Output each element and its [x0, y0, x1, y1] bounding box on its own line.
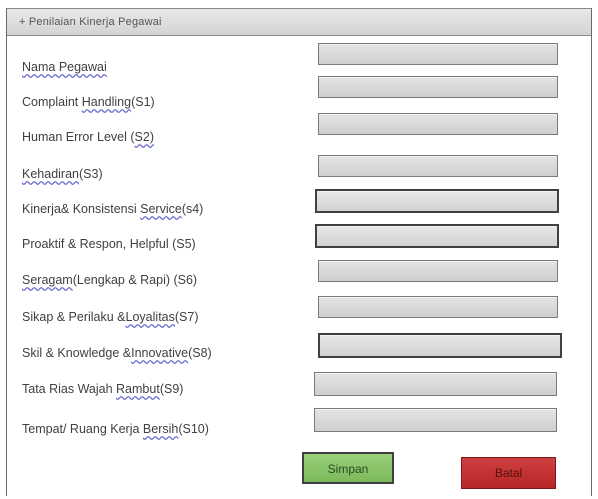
seragam-field[interactable] — [318, 260, 558, 282]
cancel-button[interactable]: Batal — [461, 457, 556, 489]
panel-title: + Penilaian Kinerja Pegawai — [7, 8, 591, 36]
tata-rias-field[interactable] — [314, 372, 557, 396]
label-proaktif-respon: Proaktif & Respon, Helpful (S5) — [22, 237, 196, 251]
label-skil-knowledge: Skil & Knowledge &Innovative(S8) — [22, 346, 212, 360]
kinerja-konsistensi-field[interactable] — [315, 189, 559, 213]
label-tata-rias: Tata Rias Wajah Rambut(S9) — [22, 382, 184, 396]
label-kinerja-konsistensi: Kinerja& Konsistensi Service(s4) — [22, 202, 204, 216]
skil-knowledge-input[interactable] — [320, 335, 560, 356]
nama-pegawai-input[interactable] — [319, 44, 557, 64]
nama-pegawai-field[interactable] — [318, 43, 558, 65]
kehadiran-input[interactable] — [319, 156, 557, 176]
kehadiran-field[interactable] — [318, 155, 558, 177]
label-tempat-ruang-kerja: Tempat/ Ruang Kerja Bersih(S10) — [22, 422, 209, 436]
skil-knowledge-field[interactable] — [318, 333, 562, 358]
label-seragam: Seragam(Lengkap & Rapi) (S6) — [22, 273, 198, 287]
label-human-error-level: Human Error Level (S2) — [22, 130, 154, 144]
sikap-perilaku-field[interactable] — [318, 296, 558, 318]
complaint-handling-input[interactable] — [319, 77, 557, 97]
proaktif-respon-input[interactable] — [317, 226, 557, 246]
label-kehadiran: Kehadiran(S3) — [22, 167, 103, 181]
seragam-input[interactable] — [319, 261, 557, 281]
proaktif-respon-field[interactable] — [315, 224, 559, 248]
complaint-handling-field[interactable] — [318, 76, 558, 98]
tata-rias-input[interactable] — [315, 373, 556, 395]
human-error-level-input[interactable] — [319, 114, 557, 134]
label-sikap-perilaku: Sikap & Perilaku &Loyalitas(S7) — [22, 310, 199, 324]
label-nama-pegawai: Nama Pegawai — [22, 60, 107, 74]
human-error-level-field[interactable] — [318, 113, 558, 135]
label-complaint-handling: Complaint Handling(S1) — [22, 95, 155, 109]
sikap-perilaku-input[interactable] — [319, 297, 557, 317]
save-button[interactable]: Simpan — [302, 452, 394, 484]
tempat-ruang-kerja-input[interactable] — [315, 409, 556, 431]
tempat-ruang-kerja-field[interactable] — [314, 408, 557, 432]
kinerja-konsistensi-input[interactable] — [317, 191, 557, 211]
